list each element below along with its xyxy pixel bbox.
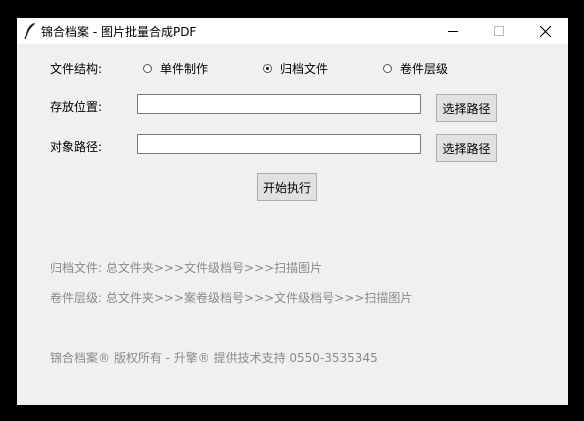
radio-label: 卷件层级 <box>400 62 449 76</box>
copyright-text: 锦合档案® 版权所有 - 升擎® 提供技术支持 0550-3535345 <box>50 351 378 365</box>
button-label: 开始执行 <box>262 180 311 195</box>
close-icon <box>539 25 551 37</box>
feather-icon <box>24 23 35 40</box>
archive-structure-hint: 归档文件: 总文件夹>>>文件级档号>>>扫描图片 <box>50 261 323 275</box>
target-label: 对象路径: <box>50 140 103 154</box>
storage-path-input[interactable] <box>137 94 421 114</box>
radio-label: 归档文件 <box>280 62 329 76</box>
browse-target-button[interactable]: 选择路径 <box>436 134 497 162</box>
storage-label: 存放位置: <box>50 100 103 114</box>
maximize-button[interactable] <box>476 18 522 44</box>
radio-indicator <box>263 64 272 73</box>
maximize-icon <box>494 26 504 36</box>
button-label: 选择路径 <box>442 141 491 156</box>
app-window: 锦合档案 - 图片批量合成PDF 文件结构: 单件制作 归档文件 卷件层级 存放… <box>17 18 568 405</box>
radio-single-item[interactable]: 单件制作 <box>143 60 208 77</box>
browse-storage-button[interactable]: 选择路径 <box>436 94 497 122</box>
title-bar[interactable]: 锦合档案 - 图片批量合成PDF <box>17 18 568 44</box>
radio-label: 单件制作 <box>160 62 209 76</box>
close-button[interactable] <box>522 18 568 44</box>
radio-volume-level[interactable]: 卷件层级 <box>383 60 448 77</box>
button-label: 选择路径 <box>442 101 491 116</box>
radio-archive-file[interactable]: 归档文件 <box>263 60 328 77</box>
window-title: 锦合档案 - 图片批量合成PDF <box>41 25 197 39</box>
start-button[interactable]: 开始执行 <box>257 173 317 201</box>
target-path-input[interactable] <box>137 134 421 154</box>
structure-label: 文件结构: <box>50 62 103 76</box>
minimize-button[interactable] <box>430 18 476 44</box>
radio-indicator <box>383 64 392 73</box>
minimize-icon <box>448 31 458 32</box>
radio-indicator <box>143 64 152 73</box>
volume-structure-hint: 卷件层级: 总文件夹>>>案卷级档号>>>文件级档号>>>扫描图片 <box>50 291 413 305</box>
